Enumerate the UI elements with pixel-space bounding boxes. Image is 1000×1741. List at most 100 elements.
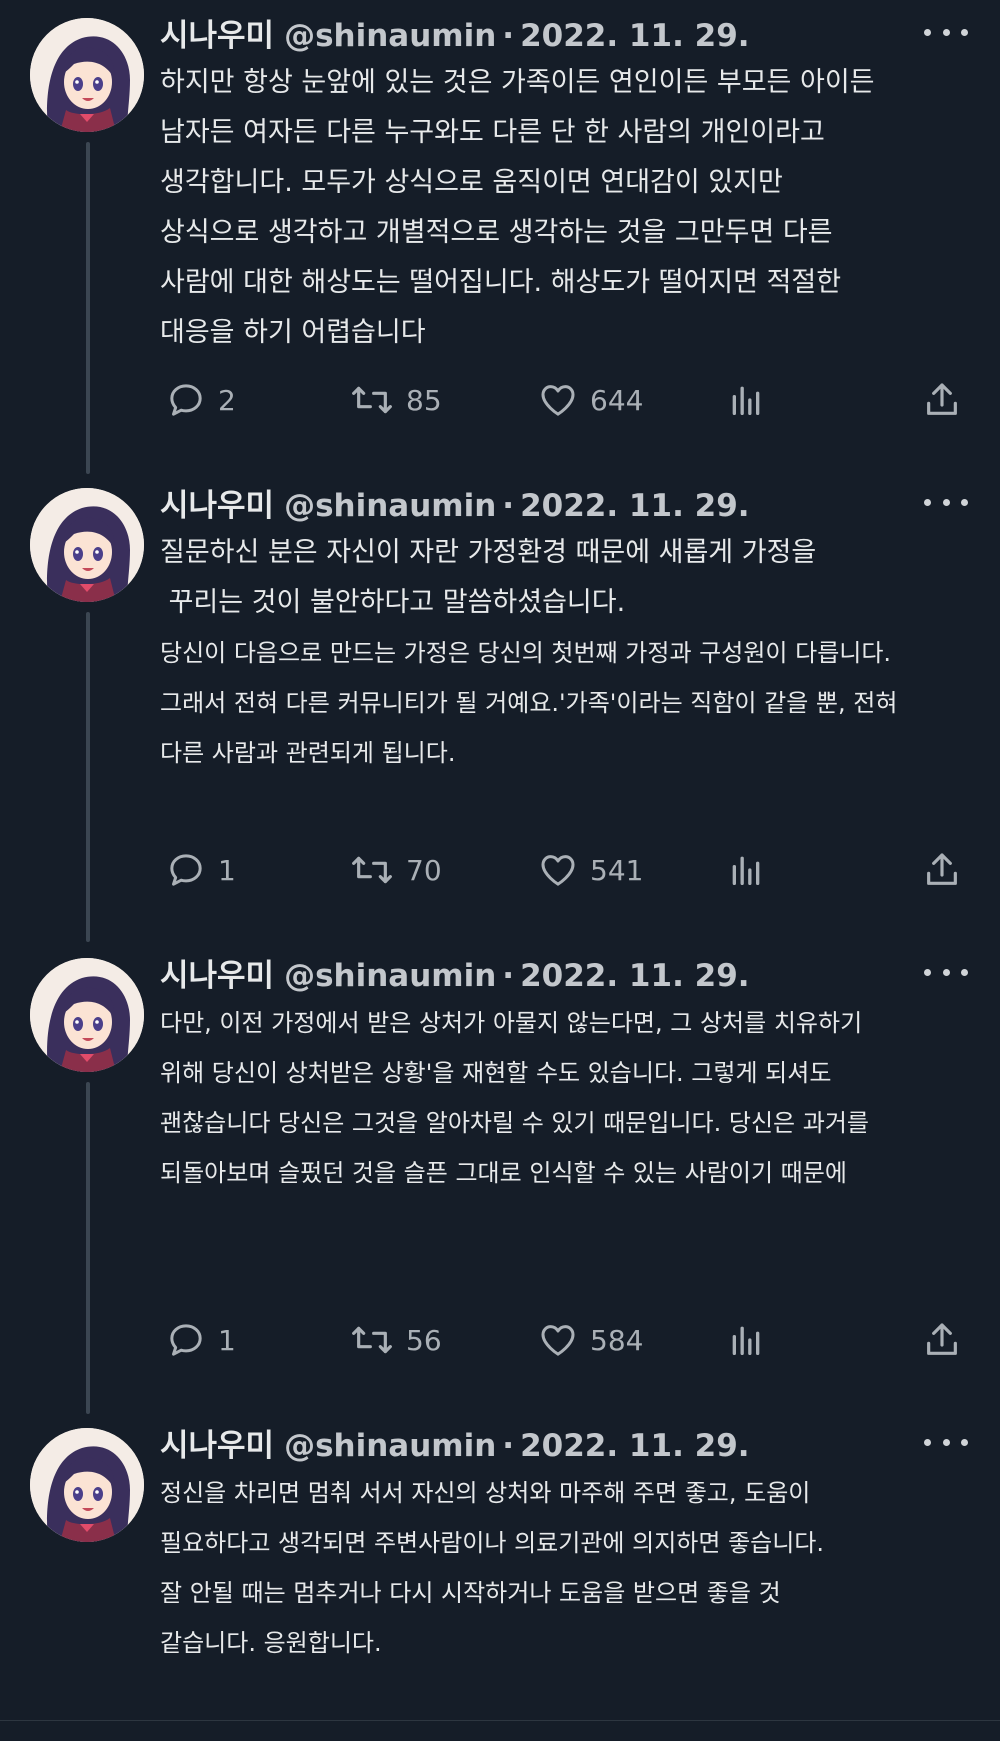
ellipsis-icon xyxy=(924,498,931,506)
share-button[interactable] xyxy=(922,1315,962,1365)
heart-icon xyxy=(541,385,575,416)
bar-chart-icon xyxy=(732,386,760,415)
like-count: 644 xyxy=(590,383,644,417)
ellipsis-icon xyxy=(942,498,950,506)
tweet-thread: 시나우미 @shinaumin · 2022. 11. 29. 하지만 항상 눈… xyxy=(0,0,1000,1741)
ellipsis-icon xyxy=(961,1438,968,1446)
like-button[interactable]: 584 xyxy=(538,1315,643,1365)
speech-bubble-icon xyxy=(170,854,202,886)
reply-count: 2 xyxy=(218,383,236,417)
tweet-date[interactable]: 2022. 11. 29. xyxy=(520,488,749,524)
header-separator: · xyxy=(502,18,515,54)
author-name[interactable]: 시나우미 xyxy=(160,480,274,525)
retweet-count: 70 xyxy=(406,853,442,887)
reply-count: 1 xyxy=(218,1323,236,1357)
tweet-text: 정신을 차리면 멈춰 서서 자신의 상처와 마주해 주면 좋고, 도움이 필요하… xyxy=(160,1468,940,1668)
more-options-button[interactable] xyxy=(924,1432,968,1452)
tweet-text: 질문하신 분은 자신이 자란 가정환경 때문에 새롭게 가정을 꾸리는 것이 불… xyxy=(160,528,940,778)
header-separator: · xyxy=(502,488,515,524)
like-button[interactable]: 644 xyxy=(538,375,643,425)
tweet-text: 하지만 항상 눈앞에 있는 것은 가족이든 연인이든 부모든 아이든 남자든 여… xyxy=(160,58,940,358)
tweet-actions: 1 70 541 xyxy=(160,845,970,895)
tweet-text-line: 정신을 차리면 멈춰 서서 자신의 상처와 마주해 주면 좋고, 도움이 xyxy=(160,1479,811,1507)
ellipsis-icon xyxy=(924,968,931,976)
tweet-date[interactable]: 2022. 11. 29. xyxy=(520,1428,749,1464)
retweet-arrows-icon xyxy=(352,856,392,884)
tweet-text-line: 질문하신 분은 자신이 자란 가정환경 때문에 새롭게 가정을 xyxy=(160,537,817,568)
reply-button[interactable]: 1 xyxy=(166,845,236,895)
avatar[interactable] xyxy=(30,18,144,132)
tweet-text-line: 그래서 전혀 다른 커뮤니티가 될 거예요.'가족'이라는 직함이 같을 뿐, … xyxy=(160,689,898,717)
tweet-date[interactable]: 2022. 11. 29. xyxy=(520,958,749,994)
ellipsis-icon xyxy=(961,968,968,976)
author-handle[interactable]: @shinaumin xyxy=(284,958,496,994)
reply-button[interactable]: 2 xyxy=(166,375,236,425)
like-button[interactable]: 541 xyxy=(538,845,643,895)
share-upload-icon xyxy=(927,383,957,415)
bottom-divider xyxy=(0,1720,1000,1721)
author-handle[interactable]: @shinaumin xyxy=(284,18,496,54)
tweet-header: 시나우미 @shinaumin · 2022. 11. 29. xyxy=(160,950,750,994)
retweet-button[interactable]: 70 xyxy=(350,845,442,895)
retweet-button[interactable]: 85 xyxy=(350,375,442,425)
tweet-text-line: 남자든 여자든 다른 누구와도 다른 단 한 사람의 개인이라고 xyxy=(160,117,825,148)
bar-chart-icon xyxy=(732,856,760,885)
thread-connector-line xyxy=(86,1082,90,1414)
ellipsis-icon xyxy=(942,1438,950,1446)
more-options-button[interactable] xyxy=(924,22,968,42)
heart-icon xyxy=(541,1325,575,1356)
ellipsis-icon xyxy=(942,968,950,976)
tweet-text-line: 다른 사람과 관련되게 됩니다. xyxy=(160,739,456,767)
author-handle[interactable]: @shinaumin xyxy=(284,488,496,524)
author-name[interactable]: 시나우미 xyxy=(160,950,274,995)
tweet-text-line: 대응을 하기 어렵습니다 xyxy=(160,317,426,348)
ellipsis-icon xyxy=(942,28,950,36)
avatar[interactable] xyxy=(30,488,144,602)
like-count: 541 xyxy=(590,853,644,887)
tweet-text-line: 상식으로 생각하고 개별적으로 생각하는 것을 그만두면 다른 xyxy=(160,217,833,248)
views-button[interactable] xyxy=(726,375,766,425)
reply-count: 1 xyxy=(218,853,236,887)
more-options-button[interactable] xyxy=(924,492,968,512)
tweet-text-line: 같습니다. 응원합니다. xyxy=(160,1629,382,1657)
tweet-date[interactable]: 2022. 11. 29. xyxy=(520,18,749,54)
views-button[interactable] xyxy=(726,845,766,895)
more-options-button[interactable] xyxy=(924,962,968,982)
tweet-text-line: 사람에 대한 해상도는 떨어집니다. 해상도가 떨어지면 적절한 xyxy=(160,267,842,298)
author-name[interactable]: 시나우미 xyxy=(160,10,274,55)
avatar[interactable] xyxy=(30,1428,144,1542)
tweet-text-line: 생각합니다. 모두가 상식으로 움직이면 연대감이 있지만 xyxy=(160,167,783,198)
retweet-arrows-icon xyxy=(352,1326,392,1354)
bar-chart-icon xyxy=(732,1326,760,1355)
share-button[interactable] xyxy=(922,845,962,895)
ellipsis-icon xyxy=(924,1438,931,1446)
tweet-text: 다만, 이전 가정에서 받은 상처가 아물지 않는다면, 그 상처를 치유하기 … xyxy=(160,998,940,1198)
speech-bubble-icon xyxy=(170,1324,202,1356)
avatar[interactable] xyxy=(30,958,144,1072)
tweet-text-line: 위해 당신이 상처받은 상황'을 재현할 수도 있습니다. 그렇게 되셔도 xyxy=(160,1059,832,1087)
retweet-count: 85 xyxy=(406,383,442,417)
tweet-text-line: 필요하다고 생각되면 주변사람이나 의료기관에 의지하면 좋습니다. xyxy=(160,1529,825,1557)
tweet-header: 시나우미 @shinaumin · 2022. 11. 29. xyxy=(160,10,750,54)
tweet-text-line: 다만, 이전 가정에서 받은 상처가 아물지 않는다면, 그 상처를 치유하기 xyxy=(160,1009,863,1037)
tweet-text-line: 하지만 항상 눈앞에 있는 것은 가족이든 연인이든 부모든 아이든 xyxy=(160,67,875,98)
tweet-actions: 2 85 644 xyxy=(160,375,970,425)
retweet-button[interactable]: 56 xyxy=(350,1315,442,1365)
tweet-actions: 1 56 584 xyxy=(160,1315,970,1365)
tweet-text-line: 되돌아보며 슬펐던 것을 슬픈 그대로 인식할 수 있는 사람이기 때문에 xyxy=(160,1159,847,1187)
ellipsis-icon xyxy=(961,28,968,36)
tweet-text-line: 당신이 다음으로 만드는 가정은 당신의 첫번째 가정과 구성원이 다릅니다. xyxy=(160,639,892,667)
author-name[interactable]: 시나우미 xyxy=(160,1420,274,1465)
header-separator: · xyxy=(502,958,515,994)
author-handle[interactable]: @shinaumin xyxy=(284,1428,496,1464)
tweet-text-line: 꾸리는 것이 불안하다고 말씀하셨습니다. xyxy=(160,587,626,618)
thread-connector-line xyxy=(86,142,90,474)
tweet-header: 시나우미 @shinaumin · 2022. 11. 29. xyxy=(160,1420,750,1464)
views-button[interactable] xyxy=(726,1315,766,1365)
tweet-header: 시나우미 @shinaumin · 2022. 11. 29. xyxy=(160,480,750,524)
share-upload-icon xyxy=(927,1323,957,1355)
heart-icon xyxy=(541,855,575,886)
reply-button[interactable]: 1 xyxy=(166,1315,236,1365)
retweet-count: 56 xyxy=(406,1323,442,1357)
share-button[interactable] xyxy=(922,375,962,425)
